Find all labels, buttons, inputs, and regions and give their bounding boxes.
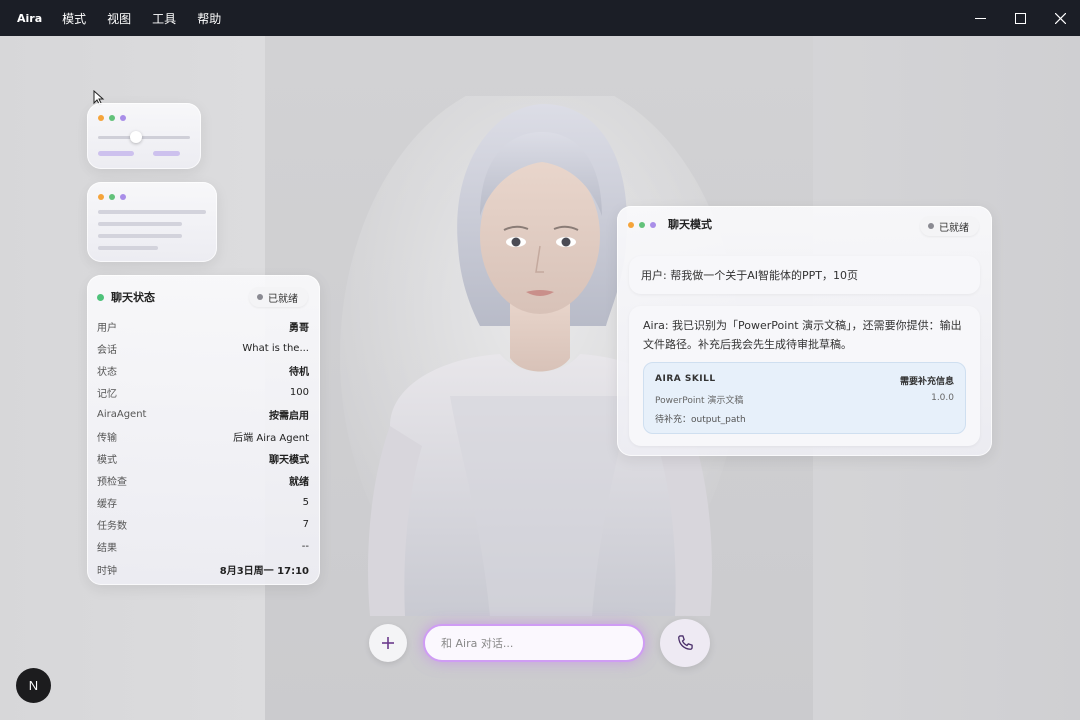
row-key: 传输 xyxy=(97,433,117,445)
skill-version: 1.0.0 xyxy=(931,393,954,403)
app-title: Aira xyxy=(17,11,43,25)
main-stage: 聊天状态 已就绪 用户 勇哥 会话 What is the... 状态 待机 记忆 10… xyxy=(0,36,1080,720)
row-value: 勇哥 xyxy=(289,322,309,334)
row-value: 按需启用 xyxy=(269,410,309,422)
placeholder-line xyxy=(98,246,158,250)
status-row: 用户 勇哥 xyxy=(97,315,309,337)
badge-dot-icon xyxy=(928,223,934,229)
row-key: 模式 xyxy=(97,455,117,467)
row-key: AiraAgent xyxy=(97,408,147,420)
skill-type: PowerPoint 演示文稿 xyxy=(655,396,744,406)
mini-widget-text xyxy=(87,182,217,262)
menu-help[interactable]: 帮助 xyxy=(197,10,221,27)
window-dots xyxy=(98,194,126,200)
skill-status: 需要补充信息 xyxy=(899,377,954,387)
row-value: 就绪 xyxy=(289,477,309,489)
row-key: 任务数 xyxy=(97,521,127,533)
status-row: 任务数 7 xyxy=(97,514,309,536)
row-key: 预检查 xyxy=(97,477,127,489)
chat-mode-card: 聊天模式 已就绪 用户: 帮我做一个关于AI智能体的PPT，10页 Aira: … xyxy=(617,206,992,456)
add-button[interactable] xyxy=(369,624,407,662)
row-key: 缓存 xyxy=(97,499,117,511)
minimize-icon[interactable] xyxy=(960,0,1000,36)
menu-tools[interactable]: 工具 xyxy=(152,10,176,27)
chat-card-title: 聊天模式 xyxy=(668,218,712,231)
status-row: 时钟 8月3日周一 17:10 xyxy=(97,558,309,580)
badge-label: 已就绪 xyxy=(268,293,298,305)
row-key: 记忆 xyxy=(97,388,117,400)
title-bar: Aira 模式 视图 工具 帮助 xyxy=(0,0,1080,36)
corner-logo-button[interactable]: N xyxy=(16,668,51,703)
badge-label: 已就绪 xyxy=(939,222,969,234)
close-icon[interactable] xyxy=(1040,0,1080,36)
slider-track[interactable] xyxy=(98,136,190,139)
placeholder-pill xyxy=(98,151,134,156)
placeholder-pill xyxy=(153,151,180,156)
placeholder-line xyxy=(98,234,182,238)
slider-knob[interactable] xyxy=(130,131,142,143)
skill-card[interactable]: AIRA SKILL 需要补充信息 PowerPoint 演示文稿 1.0.0 … xyxy=(643,362,966,434)
row-value: 待机 xyxy=(289,366,309,378)
skill-name: AIRA SKILL xyxy=(655,374,716,384)
chat-status-badge: 已就绪 xyxy=(920,216,979,236)
status-row: 模式 聊天模式 xyxy=(97,448,309,470)
row-value: 聊天模式 xyxy=(269,455,309,467)
row-key: 状态 xyxy=(97,366,117,378)
placeholder-line xyxy=(98,222,182,226)
maximize-icon[interactable] xyxy=(1000,0,1040,36)
mini-widget-slider xyxy=(87,103,201,169)
row-value: What is the... xyxy=(242,342,309,354)
status-dot-icon xyxy=(97,293,104,301)
ai-message-text: Aira: 我已识别为「PowerPoint 演示文稿」，还需要你提供：输出文件… xyxy=(643,319,962,351)
plus-icon xyxy=(382,637,394,649)
row-key: 结果 xyxy=(97,543,117,555)
row-value: 7 xyxy=(302,519,309,531)
row-value: -- xyxy=(301,541,309,553)
window-dots xyxy=(628,222,656,228)
row-key: 用户 xyxy=(97,322,117,334)
call-button[interactable] xyxy=(660,619,710,667)
phone-icon xyxy=(678,635,693,650)
status-rows: 用户 勇哥 会话 What is the... 状态 待机 记忆 100 AiraAge… xyxy=(97,315,309,580)
badge-dot-icon xyxy=(257,294,263,300)
row-value: 100 xyxy=(289,386,309,398)
row-value: 后端 Aira Agent xyxy=(233,433,309,445)
row-key: 时钟 xyxy=(97,565,117,577)
status-row: 记忆 100 xyxy=(97,381,309,403)
window-dots xyxy=(98,115,126,121)
menu-view[interactable]: 视图 xyxy=(107,10,131,27)
placeholder-line xyxy=(98,210,206,214)
row-value: 8月3日周一 17:10 xyxy=(219,565,309,577)
row-value: 5 xyxy=(302,497,309,509)
user-message: 用户: 帮我做一个关于AI智能体的PPT，10页 xyxy=(629,256,980,294)
skill-missing-field: 待补充：output_path xyxy=(655,415,746,425)
status-title: 聊天状态 xyxy=(111,291,155,304)
status-header: 聊天状态 xyxy=(97,289,155,305)
menu-mode[interactable]: 模式 xyxy=(62,10,86,27)
status-row: 缓存 5 xyxy=(97,492,309,514)
status-row: 状态 待机 xyxy=(97,359,309,381)
status-row: 预检查 就绪 xyxy=(97,470,309,492)
status-badge: 已就绪 xyxy=(249,287,308,307)
status-row: 传输 后端 Aira Agent xyxy=(97,425,309,447)
ai-message: Aira: 我已识别为「PowerPoint 演示文稿」，还需要你提供：输出文件… xyxy=(629,306,980,446)
menu-bar: 模式 视图 工具 帮助 xyxy=(62,10,221,27)
chat-status-card: 聊天状态 已就绪 用户 勇哥 会话 What is the... 状态 待机 记忆 10… xyxy=(87,275,320,585)
chat-input[interactable] xyxy=(423,624,645,662)
window-controls xyxy=(960,0,1080,36)
status-row: 结果 -- xyxy=(97,536,309,558)
status-row: AiraAgent 按需启用 xyxy=(97,403,309,425)
status-row: 会话 What is the... xyxy=(97,337,309,359)
row-key: 会话 xyxy=(97,344,117,356)
